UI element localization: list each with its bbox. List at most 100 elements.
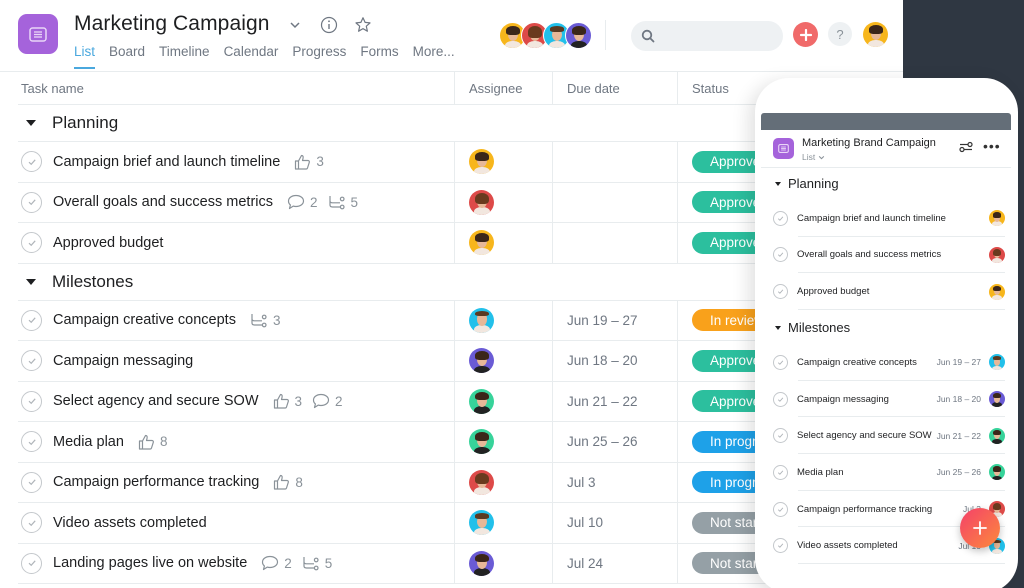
avatar[interactable]: [863, 22, 888, 47]
like-count[interactable]: 3: [294, 154, 324, 170]
project-members[interactable]: [499, 22, 592, 49]
due-date-cell[interactable]: Jul 3: [553, 462, 678, 502]
due-date-cell[interactable]: [553, 142, 678, 182]
task-name[interactable]: Media plan: [53, 434, 124, 450]
tab-forms[interactable]: Forms: [360, 44, 398, 67]
task-name[interactable]: Campaign brief and launch timeline: [53, 154, 280, 170]
due-date-cell[interactable]: [553, 223, 678, 263]
complete-checkbox[interactable]: [21, 471, 42, 493]
like-count[interactable]: 8: [273, 474, 303, 490]
assignee-cell[interactable]: [455, 422, 553, 462]
column-header-task-name[interactable]: Task name: [18, 72, 455, 104]
comment-count[interactable]: 2: [287, 194, 318, 210]
complete-checkbox[interactable]: [773, 464, 788, 480]
avatar[interactable]: [469, 307, 494, 333]
avatar[interactable]: [989, 246, 1005, 263]
complete-checkbox[interactable]: [21, 309, 42, 331]
due-date-cell[interactable]: Jun 25 – 26: [553, 422, 678, 462]
avatar[interactable]: [469, 550, 494, 576]
complete-checkbox[interactable]: [21, 191, 42, 213]
tab-progress[interactable]: Progress: [292, 44, 346, 67]
task-name[interactable]: Campaign creative concepts: [53, 312, 236, 328]
mobile-task-row[interactable]: Media plan Jun 25 – 26: [773, 454, 1005, 491]
task-name[interactable]: Overall goals and success metrics: [53, 194, 273, 210]
due-date-cell[interactable]: Jul 24: [553, 543, 678, 583]
complete-checkbox[interactable]: [773, 538, 788, 554]
task-name[interactable]: Landing pages live on website: [53, 555, 247, 571]
comment-count[interactable]: 2: [261, 555, 292, 571]
project-icon[interactable]: [18, 14, 58, 54]
due-date-cell[interactable]: Jun 21 – 22: [553, 381, 678, 421]
avatar[interactable]: [469, 469, 494, 495]
avatar[interactable]: [989, 283, 1005, 300]
mobile-task-row[interactable]: Select agency and secure SOW Jun 21 – 22: [773, 418, 1005, 454]
quick-add-button[interactable]: [793, 22, 818, 47]
assignee-cell[interactable]: [455, 381, 553, 421]
subtask-count[interactable]: 5: [328, 194, 358, 210]
mobile-section-header[interactable]: Milestones: [775, 320, 850, 335]
task-name[interactable]: Campaign performance tracking: [53, 474, 259, 490]
assignee-cell[interactable]: [455, 182, 553, 222]
complete-checkbox[interactable]: [773, 354, 788, 370]
star-icon[interactable]: [352, 14, 374, 36]
mobile-task-row[interactable]: Approved budget: [773, 273, 1005, 310]
mobile-task-row[interactable]: Campaign messaging Jun 18 – 20: [773, 381, 1005, 418]
complete-checkbox[interactable]: [773, 501, 788, 517]
tab-list[interactable]: List: [74, 44, 96, 69]
collapse-triangle-icon[interactable]: [26, 278, 36, 285]
avatar[interactable]: [469, 230, 494, 256]
comment-count[interactable]: 2: [312, 393, 343, 409]
avatar[interactable]: [469, 429, 494, 455]
task-name[interactable]: Campaign messaging: [53, 353, 193, 369]
avatar[interactable]: [565, 22, 592, 49]
complete-checkbox[interactable]: [773, 247, 788, 263]
like-count[interactable]: 8: [138, 434, 167, 450]
info-icon[interactable]: [318, 14, 340, 36]
column-header-assignee[interactable]: Assignee: [455, 72, 553, 104]
help-button[interactable]: ?: [828, 22, 852, 46]
due-date-cell[interactable]: [553, 182, 678, 222]
complete-checkbox[interactable]: [773, 284, 788, 300]
mobile-view-selector[interactable]: List: [802, 152, 825, 162]
avatar[interactable]: [469, 189, 494, 215]
avatar[interactable]: [469, 149, 494, 175]
complete-checkbox[interactable]: [21, 151, 42, 173]
assignee-cell[interactable]: [455, 503, 553, 543]
assignee-cell[interactable]: [455, 142, 553, 182]
tab-calendar[interactable]: Calendar: [224, 44, 279, 67]
avatar[interactable]: [469, 348, 494, 374]
collapse-triangle-icon[interactable]: [775, 181, 781, 186]
complete-checkbox[interactable]: [773, 210, 788, 226]
due-date-cell[interactable]: Jun 18 – 20: [553, 341, 678, 381]
assignee-cell[interactable]: [455, 300, 553, 340]
complete-checkbox[interactable]: [773, 391, 788, 407]
complete-checkbox[interactable]: [21, 232, 42, 254]
avatar[interactable]: [989, 391, 1005, 408]
assignee-cell[interactable]: [455, 543, 553, 583]
complete-checkbox[interactable]: [21, 350, 42, 372]
assignee-cell[interactable]: [455, 462, 553, 502]
collapse-triangle-icon[interactable]: [26, 120, 36, 126]
tab-more[interactable]: More...: [413, 44, 455, 67]
mobile-add-task-button[interactable]: [960, 508, 1000, 548]
due-date-cell[interactable]: Jun 19 – 27: [553, 300, 678, 340]
tab-board[interactable]: Board: [109, 44, 145, 67]
like-count[interactable]: 3: [273, 393, 302, 409]
user-avatar[interactable]: [863, 22, 888, 47]
complete-checkbox[interactable]: [21, 390, 42, 412]
mobile-task-row[interactable]: Overall goals and success metrics: [773, 237, 1005, 274]
mobile-task-row[interactable]: Campaign brief and launch timeline: [773, 200, 1005, 237]
tab-timeline[interactable]: Timeline: [159, 44, 210, 67]
task-name[interactable]: Approved budget: [53, 235, 163, 251]
complete-checkbox[interactable]: [21, 512, 42, 534]
task-name[interactable]: Select agency and secure SOW: [53, 393, 259, 409]
more-options-icon[interactable]: •••: [983, 138, 1001, 154]
complete-checkbox[interactable]: [21, 431, 42, 453]
assignee-cell[interactable]: [455, 223, 553, 263]
search-bar[interactable]: [631, 21, 783, 51]
mobile-section-header[interactable]: Planning: [775, 176, 839, 191]
subtask-count[interactable]: 3: [250, 312, 280, 328]
avatar[interactable]: [989, 464, 1005, 481]
chevron-down-icon[interactable]: [284, 14, 306, 36]
due-date-cell[interactable]: Jul 10: [553, 503, 678, 543]
